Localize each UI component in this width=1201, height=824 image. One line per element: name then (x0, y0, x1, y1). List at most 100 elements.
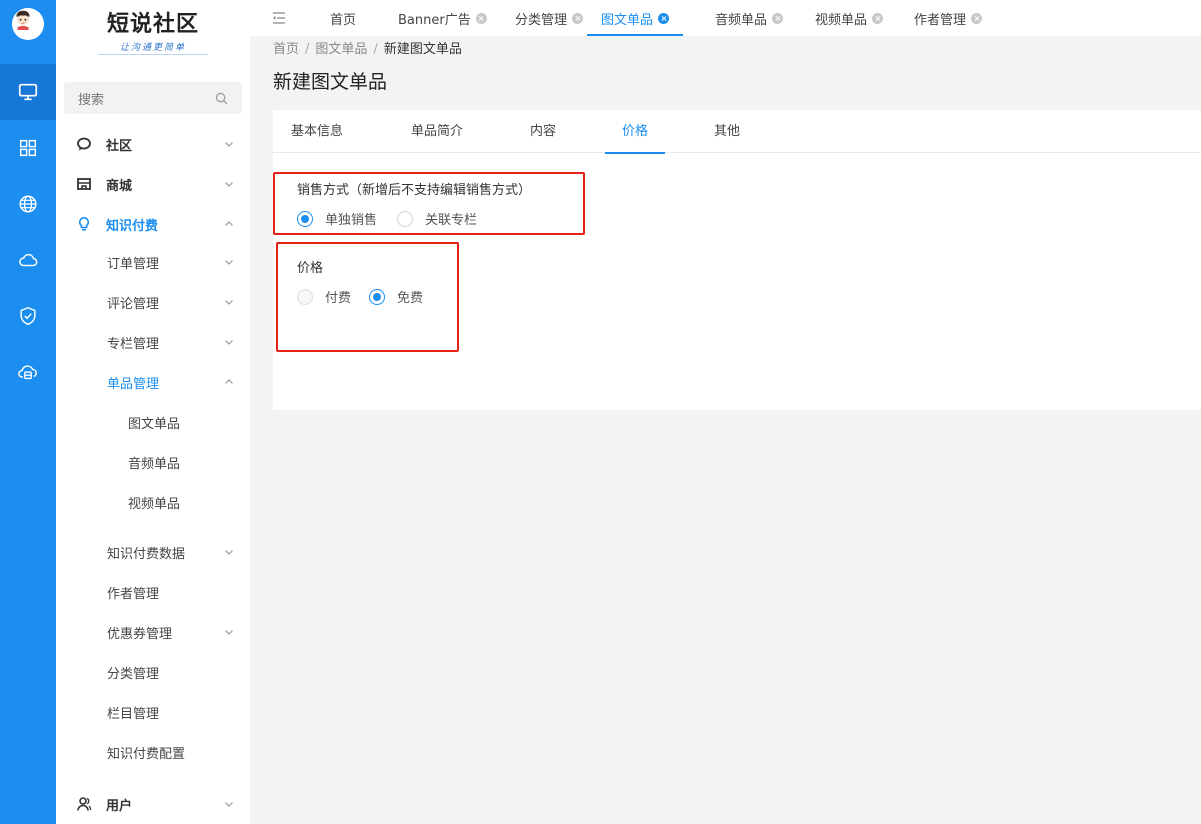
chevron-down-icon (225, 300, 233, 305)
close-icon[interactable] (658, 12, 670, 24)
rail-monitor[interactable] (0, 64, 56, 120)
sidebar-item-label: 知识付费配置 (107, 746, 186, 762)
rail-globe[interactable] (0, 176, 56, 232)
sidebar-item-label: 社区 (106, 138, 133, 154)
sidebar-item-label: 知识付费 (106, 218, 159, 234)
tab-label: 图文单品 (601, 12, 654, 28)
tab-banner-ads[interactable]: Banner广告 (398, 0, 487, 36)
shield-check-icon (20, 306, 36, 326)
tab-price[interactable]: 价格 (605, 110, 665, 154)
sidebar-item-label: 视频单品 (128, 496, 181, 512)
sidebar-item-mall[interactable]: 商城 (56, 164, 250, 204)
sidebar-item-categories[interactable]: 分类管理 (56, 652, 250, 692)
form-tabs: 基本信息 单品简介 内容 价格 其他 (273, 110, 1201, 154)
tab-category-management[interactable]: 分类管理 (515, 0, 584, 36)
logo: 短说社区 让沟通更简单 (56, 6, 250, 62)
chevron-down-icon (225, 142, 233, 147)
search-icon[interactable] (215, 92, 228, 105)
sidebar-item-community[interactable]: 社区 (56, 124, 250, 164)
rail-shield[interactable] (0, 288, 56, 344)
tab-article-products[interactable]: 图文单品 (587, 0, 684, 36)
tab-author-management[interactable]: 作者管理 (914, 0, 983, 36)
chevron-down-icon (225, 550, 233, 555)
close-icon[interactable] (872, 12, 884, 24)
sidebar-item-orders[interactable]: 订单管理 (56, 242, 250, 282)
store-icon (77, 178, 91, 190)
sidebar-item-label: 商城 (106, 178, 133, 194)
chevron-down-icon (225, 630, 233, 635)
chevron-down-icon (225, 340, 233, 345)
close-icon[interactable] (572, 12, 584, 24)
chevron-up-icon (225, 379, 233, 384)
close-icon[interactable] (971, 12, 983, 24)
close-icon[interactable] (475, 12, 487, 24)
sidebar-item-knowledge-pay[interactable]: 知识付费 (56, 204, 250, 244)
sidebar-item-label: 用户 (106, 798, 133, 814)
tab-label: 音频单品 (715, 12, 768, 28)
sidebar: 短说社区 让沟通更简单 搜索 社区 商城 知识付费 订单管理 评论管理 专栏管理… (56, 0, 250, 824)
tab-bar: 首页 Banner广告 分类管理 图文单品 音频单品 视频单品 作者管理 (250, 0, 1201, 36)
sidebar-item-label: 订单管理 (107, 256, 160, 272)
globe-icon (19, 195, 37, 213)
page-title: 新建图文单品 (273, 71, 388, 93)
highlight-box-price (276, 242, 459, 352)
sidebar-item-sections[interactable]: 栏目管理 (56, 692, 250, 732)
search-input[interactable]: 搜索 (78, 89, 215, 108)
monitor-icon (18, 83, 38, 101)
sidebar-item-knowledge-data[interactable]: 知识付费数据 (56, 532, 250, 572)
breadcrumb: 首页 / 图文单品 / 新建图文单品 (273, 38, 462, 57)
sidebar-item-label: 专栏管理 (107, 336, 160, 352)
chevron-up-icon (225, 221, 233, 226)
sidebar-item-video-products[interactable]: 视频单品 (56, 482, 250, 522)
menu-collapse-icon[interactable] (272, 12, 286, 24)
sidebar-item-users[interactable]: 用户 (56, 784, 250, 824)
avatar[interactable] (12, 8, 44, 40)
tab-label: 分类管理 (515, 12, 568, 28)
chat-icon (77, 137, 91, 151)
tab-other[interactable]: 其他 (713, 110, 741, 153)
sidebar-item-comments[interactable]: 评论管理 (56, 282, 250, 322)
icon-rail (0, 0, 56, 824)
breadcrumb-section[interactable]: 图文单品 (315, 42, 367, 57)
rail-cloud[interactable] (0, 232, 56, 288)
breadcrumb-current: 新建图文单品 (383, 42, 462, 57)
cloud-icon (19, 253, 38, 267)
chevron-down-icon (225, 182, 233, 187)
sidebar-item-label: 音频单品 (128, 456, 181, 472)
logo-slogan: 让沟通更简单 (119, 43, 186, 53)
search-box[interactable]: 搜索 (64, 82, 242, 114)
tab-product-intro[interactable]: 单品简介 (409, 110, 465, 153)
sidebar-item-article-products[interactable]: 图文单品 (56, 402, 250, 442)
sidebar-item-authors[interactable]: 作者管理 (56, 572, 250, 612)
sidebar-item-label: 单品管理 (107, 376, 160, 392)
chevron-down-icon (225, 802, 233, 807)
chevron-down-icon (225, 260, 233, 265)
tab-basic-info[interactable]: 基本信息 (289, 110, 345, 153)
sidebar-item-label: 作者管理 (107, 586, 160, 602)
tab-label: 视频单品 (815, 12, 868, 28)
sidebar-item-label: 分类管理 (107, 666, 160, 682)
sidebar-item-coupons[interactable]: 优惠券管理 (56, 612, 250, 652)
breadcrumb-separator: / (305, 42, 310, 57)
tab-home[interactable]: 首页 (330, 0, 356, 36)
tab-label: Banner广告 (398, 12, 471, 28)
tab-audio-products[interactable]: 音频单品 (715, 0, 784, 36)
tab-video-products[interactable]: 视频单品 (815, 0, 884, 36)
sidebar-item-columns[interactable]: 专栏管理 (56, 322, 250, 362)
close-icon[interactable] (772, 12, 784, 24)
sidebar-item-label: 知识付费数据 (107, 546, 186, 562)
rail-cloud-storage[interactable] (0, 344, 56, 400)
breadcrumb-separator: / (373, 42, 378, 57)
rail-grid[interactable] (0, 120, 56, 176)
sidebar-item-label: 图文单品 (128, 416, 181, 432)
sidebar-item-single-products[interactable]: 单品管理 (56, 362, 250, 402)
sidebar-item-knowledge-config[interactable]: 知识付费配置 (56, 732, 250, 772)
grid-icon (19, 139, 37, 157)
tab-content[interactable]: 内容 (529, 110, 557, 153)
user-icon (77, 797, 92, 811)
breadcrumb-home[interactable]: 首页 (273, 42, 299, 57)
sidebar-item-audio-products[interactable]: 音频单品 (56, 442, 250, 482)
lightbulb-icon (78, 216, 90, 231)
sidebar-item-label: 评论管理 (107, 296, 160, 312)
sidebar-item-label: 栏目管理 (107, 706, 160, 722)
